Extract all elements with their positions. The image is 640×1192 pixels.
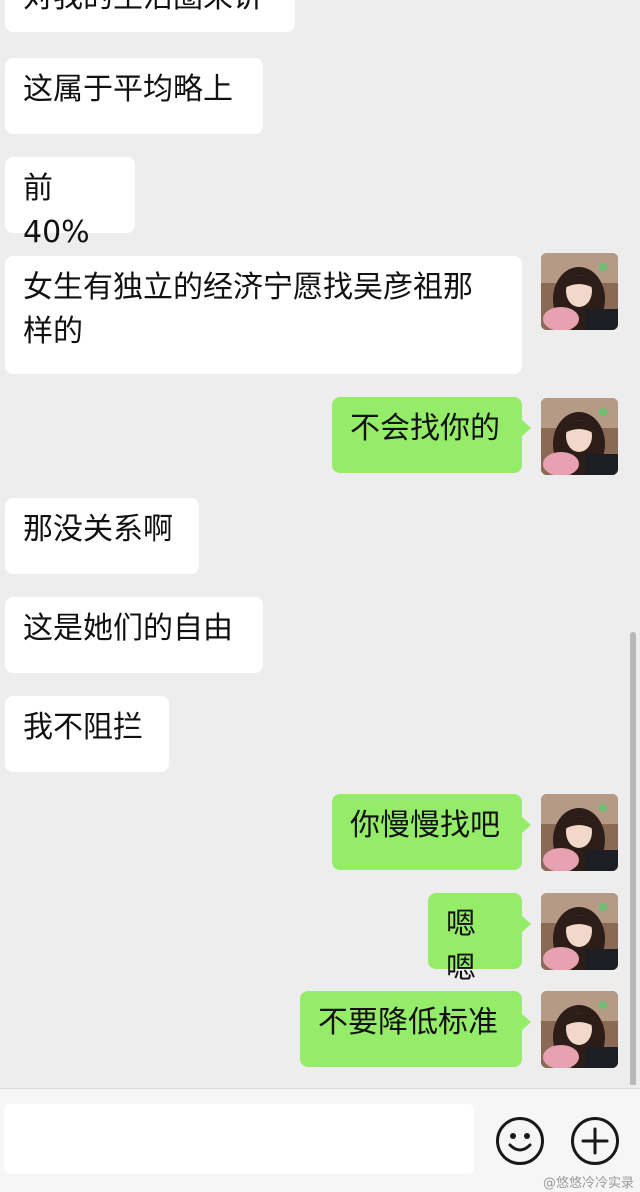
avatar[interactable] (541, 991, 618, 1068)
avatar[interactable] (541, 794, 618, 871)
input-bar: @悠悠冷冷实录 (0, 1088, 640, 1192)
avatar[interactable] (541, 253, 618, 330)
avatar[interactable] (541, 893, 618, 970)
add-button[interactable] (571, 1117, 619, 1165)
avatar[interactable] (541, 398, 618, 475)
message-bubble-incoming: 这是她们的自由 (5, 597, 263, 673)
plus-circle-icon (581, 1127, 609, 1155)
chat-screen: 对我的生活圈来讲 这属于平均略上 前 40% 女生有独立的经济宁愿找吴彦祖那 样… (0, 0, 640, 1192)
avatar-photo (541, 794, 618, 871)
avatar-photo (541, 991, 618, 1068)
emoji-button[interactable] (496, 1117, 544, 1165)
message-bubble-incoming: 女生有独立的经济宁愿找吴彦祖那 样的 (5, 256, 522, 374)
message-bubble-outgoing: 不要降低标准 (300, 991, 531, 1067)
message-bubble-incoming: 我不阻拦 (5, 696, 169, 772)
message-bubble-outgoing: 你慢慢找吧 (332, 794, 531, 870)
watermark: @悠悠冷冷实录 (542, 1176, 634, 1191)
message-bubble-incoming: 这属于平均略上 (5, 58, 263, 134)
avatar-photo (541, 398, 618, 475)
message-bubble-outgoing: 嗯嗯 (428, 893, 531, 986)
scrollbar[interactable] (630, 632, 636, 1085)
message-bubble-incoming: 前 40% (5, 157, 135, 250)
smiley-face-icon (508, 1133, 532, 1152)
avatar-photo (541, 253, 618, 330)
message-input[interactable] (4, 1104, 474, 1174)
message-bubble-outgoing: 不会找你的 (332, 397, 531, 473)
message-bubble-incoming: 对我的生活圈来讲 (5, 0, 295, 32)
message-list[interactable]: 对我的生活圈来讲 这属于平均略上 前 40% 女生有独立的经济宁愿找吴彦祖那 样… (0, 0, 640, 1085)
avatar-photo (541, 893, 618, 970)
message-bubble-incoming: 那没关系啊 (5, 498, 199, 574)
